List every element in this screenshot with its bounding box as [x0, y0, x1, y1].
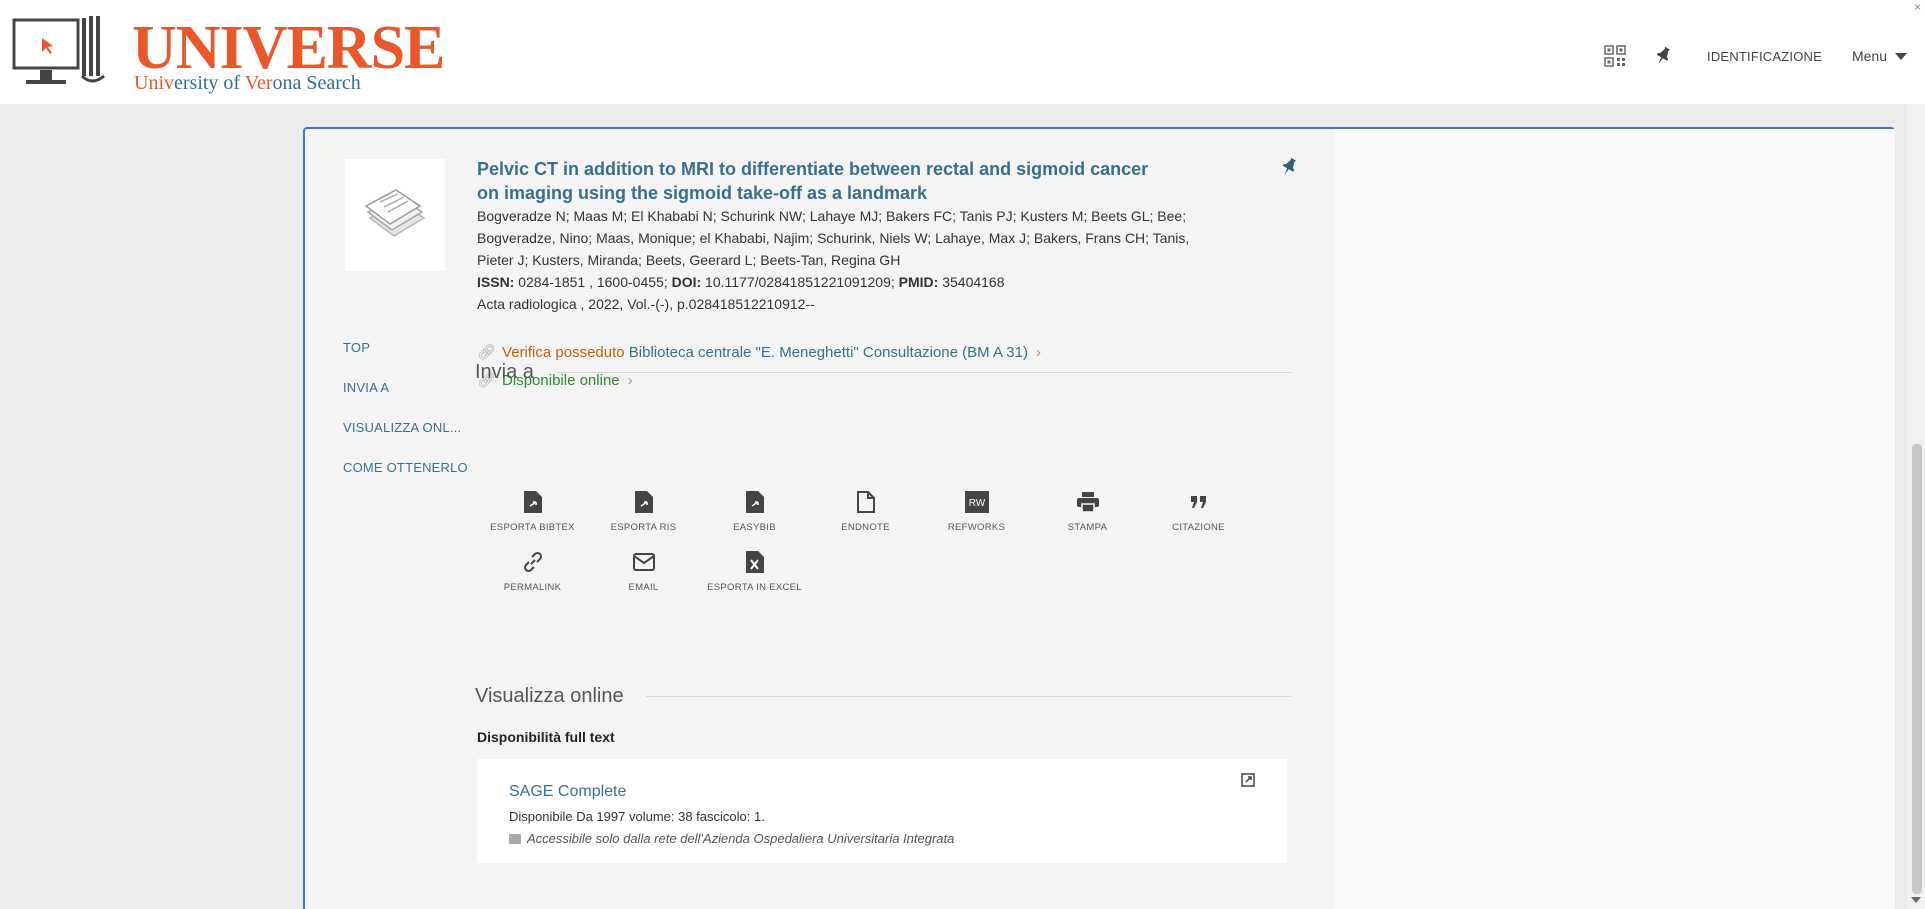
easybib-button[interactable]: EASYBIB — [699, 489, 810, 535]
document-icon — [853, 489, 879, 515]
refworks-button[interactable]: RW REFWORKS — [921, 489, 1032, 535]
pin-icon[interactable] — [1649, 42, 1677, 70]
email-icon — [631, 549, 657, 575]
link-icon: 🔗︎ — [477, 344, 497, 361]
login-link[interactable]: IDENTIFICAZIONE — [1707, 49, 1822, 64]
section-nav: TOP INVIA A VISUALIZZA ONL... COME OTTEN… — [343, 339, 468, 499]
nav-how-to-get[interactable]: COME OTTENERLO — [343, 459, 468, 499]
svg-text:RW: RW — [968, 498, 985, 509]
divider — [645, 696, 1291, 697]
record-source: Acta radiologica , 2022, Vol.-(-), p.028… — [477, 296, 815, 312]
nav-top[interactable]: TOP — [343, 339, 468, 379]
view-online-heading: Visualizza online — [475, 685, 1291, 708]
chevron-right-icon: › — [1036, 344, 1041, 361]
file-export-icon — [520, 489, 546, 515]
main-menu-button[interactable]: Menu — [1852, 48, 1907, 64]
send-to-heading: Invia a — [475, 361, 1291, 384]
send-actions-row-1: ESPORTA BIBTEX ESPORTA RIS EASYBIB ENDNO… — [477, 489, 1297, 549]
right-panel — [1335, 129, 1895, 909]
computer-book-icon — [12, 16, 105, 84]
excel-icon — [742, 549, 768, 575]
divider — [555, 372, 1291, 373]
nav-send-to[interactable]: INVIA A — [343, 379, 468, 419]
record-thumbnail — [345, 159, 445, 271]
provider-coverage: Disponibile Da 1997 volume: 38 fascicolo… — [509, 809, 765, 824]
nav-view-online[interactable]: VISUALIZZA ONL... — [343, 419, 468, 459]
record-authors: Bogveradze N; Maas M; El Khababi N; Schu… — [477, 208, 1190, 268]
print-button[interactable]: STAMPA — [1032, 489, 1143, 535]
external-link-icon[interactable] — [1241, 773, 1255, 792]
send-actions: ESPORTA BIBTEX ESPORTA RIS EASYBIB ENDNO… — [477, 489, 1297, 609]
refworks-icon: RW — [964, 489, 990, 515]
export-excel-button[interactable]: ESPORTA IN EXCEL — [699, 549, 810, 595]
scroll-down-icon[interactable] — [1911, 897, 1921, 903]
citation-button[interactable]: CITAZIONE — [1143, 489, 1254, 535]
fulltext-availability-label: Disponibilità full text — [477, 729, 615, 745]
logo-wordmark: UNIVERSE — [132, 14, 445, 82]
record-identifiers: ISSN: 0284-1851 , 1600-0455; DOI: 10.117… — [477, 274, 1005, 290]
record-detail-card: Pelvic CT in addition to MRI to differen… — [303, 127, 1895, 909]
record-title[interactable]: Pelvic CT in addition to MRI to differen… — [477, 157, 1297, 205]
page-scrollbar[interactable] — [1907, 104, 1925, 909]
file-export-icon — [631, 489, 657, 515]
menu-label: Menu — [1851, 48, 1887, 64]
export-ris-button[interactable]: ESPORTA RIS — [588, 489, 699, 535]
qr-code-icon[interactable] — [1601, 42, 1629, 70]
header-actions: IDENTIFICAZIONE Menu — [1581, 44, 1907, 68]
folder-icon — [509, 833, 521, 844]
file-export-icon — [742, 489, 768, 515]
scrollbar-thumb[interactable] — [1912, 444, 1922, 894]
universe-logo[interactable]: UNIVERSE University of Verona Search — [12, 14, 445, 94]
export-bibtex-button[interactable]: ESPORTA BIBTEX — [477, 489, 588, 535]
record-details: Pelvic CT in addition to MRI to differen… — [477, 157, 1297, 315]
link-icon — [520, 549, 546, 575]
caret-down-icon — [1895, 52, 1907, 60]
email-button[interactable]: EMAIL — [588, 549, 699, 595]
close-icon[interactable]: × — [1914, 0, 1921, 14]
provider-access-note: Accessibile solo dalla rete dell'Azienda… — [509, 831, 954, 846]
printer-icon — [1075, 489, 1101, 515]
logo-subtitle: University of Verona Search — [134, 72, 361, 94]
top-header: UNIVERSE University of Verona Search IDE… — [0, 0, 1925, 104]
permalink-button[interactable]: PERMALINK — [477, 549, 588, 595]
document-stack-icon — [364, 189, 426, 237]
send-actions-row-2: PERMALINK EMAIL ESPORTA IN EXCEL — [477, 549, 1297, 609]
quote-icon — [1186, 489, 1212, 515]
endnote-button[interactable]: ENDNOTE — [810, 489, 921, 535]
fulltext-provider-box: SAGE Complete Disponibile Da 1997 volume… — [477, 759, 1287, 863]
provider-link[interactable]: SAGE Complete — [509, 783, 626, 801]
